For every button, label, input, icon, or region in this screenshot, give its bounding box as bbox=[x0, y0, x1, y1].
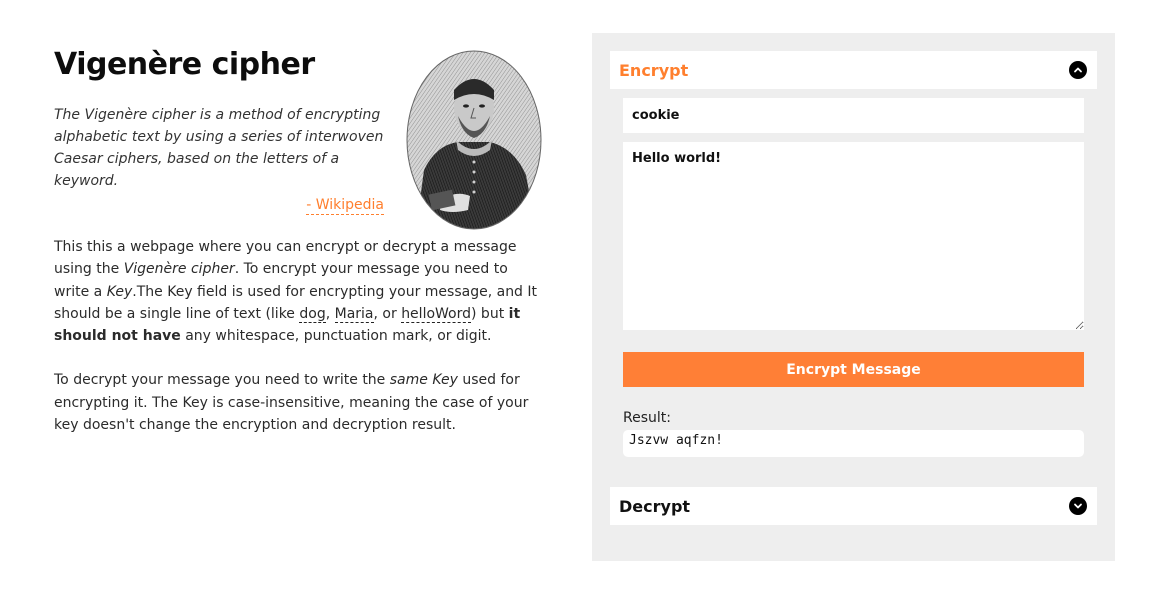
same-key-term: same Key bbox=[389, 372, 458, 389]
key-term: Key bbox=[106, 283, 133, 300]
separator: , bbox=[325, 305, 335, 322]
quote-text: The Vigenère cipher is a method of encry… bbox=[54, 107, 384, 189]
intro-text: any whitespace, punctuation mark, or dig… bbox=[180, 328, 492, 345]
result-label: Result: bbox=[623, 410, 671, 426]
result-output[interactable]: Jszvw aqfzn! bbox=[623, 430, 1084, 457]
instruction-text: To decrypt your message you need to writ… bbox=[54, 372, 390, 389]
example-key-dog: dog bbox=[299, 305, 326, 323]
decrypt-title: Decrypt bbox=[619, 496, 691, 516]
separator: , or bbox=[373, 305, 402, 322]
cipher-panel: Encrypt Hello world! Encrypt Message Res… bbox=[592, 33, 1115, 561]
wikipedia-link[interactable]: - Wikipedia bbox=[306, 197, 384, 215]
key-input[interactable] bbox=[623, 98, 1084, 133]
portrait-image bbox=[406, 50, 542, 230]
encrypt-message-button[interactable]: Encrypt Message bbox=[623, 352, 1084, 387]
chevron-down-icon[interactable] bbox=[1069, 497, 1087, 515]
message-textarea[interactable]: Hello world! bbox=[623, 142, 1084, 330]
decrypt-accordion-header[interactable]: Decrypt bbox=[610, 487, 1097, 525]
intro-paragraph: This this a webpage where you can encryp… bbox=[54, 236, 546, 347]
intro-column: Vigenère cipher The Vigenère cipher is a… bbox=[54, 44, 546, 436]
intro-text: ) but bbox=[471, 305, 509, 322]
chevron-up-icon[interactable] bbox=[1069, 61, 1087, 79]
example-key-helloword: helloWord bbox=[401, 305, 472, 323]
encrypt-accordion-header[interactable]: Encrypt bbox=[610, 51, 1097, 89]
cipher-name: Vigenère cipher bbox=[123, 261, 235, 278]
example-key-maria: Maria bbox=[334, 305, 374, 323]
encrypt-title: Encrypt bbox=[619, 60, 689, 80]
decrypt-instructions: To decrypt your message you need to writ… bbox=[54, 369, 546, 436]
